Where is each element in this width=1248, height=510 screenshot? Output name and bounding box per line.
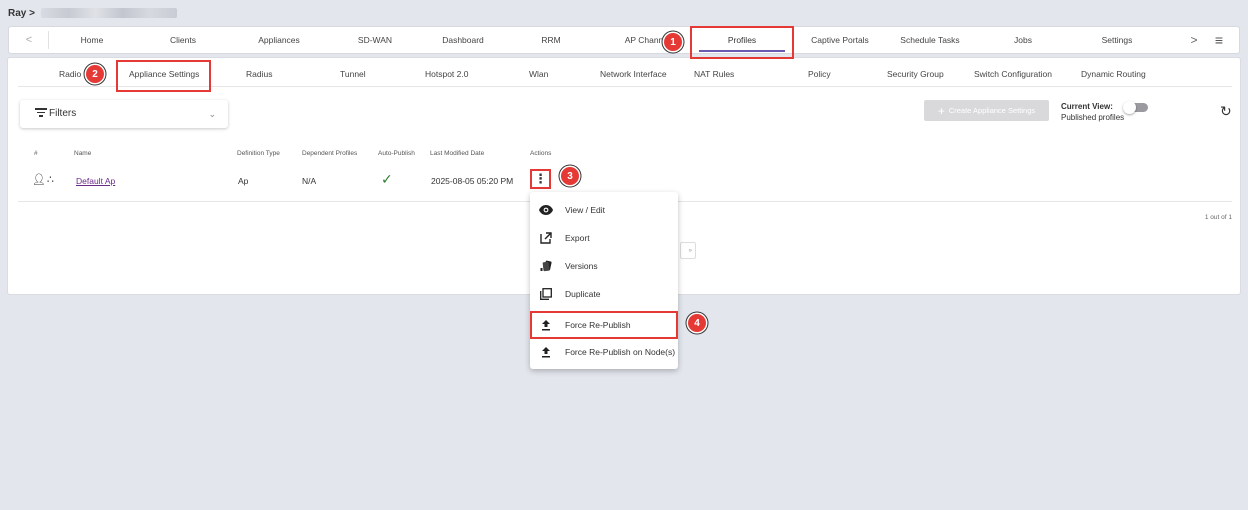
current-view-toggle[interactable] [1123,101,1148,114]
user-icon: 👤︎ [32,174,46,186]
current-view-label: Current View: [1061,102,1113,111]
tab-appliances[interactable]: Appliances [231,27,327,53]
dependent-profiles-cell: N/A [302,176,317,186]
subtab-switch-configuration[interactable]: Switch Configuration [974,68,1052,80]
create-button-label: Create Appliance Settings [948,106,1036,115]
tab-jobs[interactable]: Jobs [975,27,1071,53]
menu-item-label: Force Re-Publish [565,320,631,330]
hamburger-menu-icon[interactable]: ≡ [1207,27,1231,53]
tab-home[interactable]: Home [49,27,135,53]
create-appliance-settings-button[interactable]: + Create Appliance Settings [924,100,1049,121]
menu-item-force-republish-nodes[interactable]: Force Re-Publish on Node(s) [530,338,678,366]
menu-item-force-republish[interactable]: Force Re-Publish [530,311,678,339]
menu-item-label: Export [565,233,590,243]
subtab-security-group[interactable]: Security Group [887,68,944,80]
step-badge-2: 2 [86,65,104,83]
header-auto-publish[interactable]: Auto-Publish [378,150,415,157]
header-name[interactable]: Name [74,150,91,157]
plus-icon: + [937,103,945,118]
eye-icon [539,203,553,217]
actions-kebab-button[interactable]: ⋮ [530,169,551,189]
subtab-nat-rules[interactable]: NAT Rules [694,68,734,80]
subtab-radio[interactable]: Radio [59,68,81,80]
nav-next-arrow[interactable]: > [1181,27,1207,53]
subtab-tunnel[interactable]: Tunnel [340,68,366,80]
breadcrumb-redacted-path [40,8,177,18]
duplicate-icon [539,287,553,301]
header-dependent-profiles[interactable]: Dependent Profiles [302,150,357,157]
upload-icon [539,345,553,359]
menu-item-label: View / Edit [565,205,606,215]
export-icon [539,231,553,245]
subtab-policy[interactable]: Policy [808,68,831,80]
network-nodes-icon: ∴ [47,174,54,186]
pager-next-button[interactable]: » [680,242,696,259]
menu-item-label: Duplicate [565,289,601,299]
header-definition-type[interactable]: Definition Type [237,150,280,157]
profile-name-link[interactable]: Default Ap [76,176,115,186]
highlight-box-appliance-settings [116,60,211,92]
step-badge-1: 1 [664,33,682,51]
tab-settings[interactable]: Settings [1071,27,1163,53]
versions-icon [539,259,553,273]
tab-dashboard[interactable]: Dashboard [415,27,511,53]
current-view-value: Published profiles [1061,113,1125,122]
filters-label: Filters [49,108,77,119]
highlight-box-profiles [690,26,794,59]
upload-icon [539,318,553,332]
chevron-down-icon: ⌄ [208,109,216,119]
subtab-dynamic-routing[interactable]: Dynamic Routing [1081,68,1146,80]
definition-type-cell: Ap [238,176,249,186]
tab-captive-portals[interactable]: Captive Portals [795,27,885,53]
tab-sd-wan[interactable]: SD-WAN [327,27,423,53]
tab-schedule-tasks[interactable]: Schedule Tasks [885,27,975,53]
subtab-wlan[interactable]: Wlan [529,68,548,80]
menu-item-export[interactable]: Export [530,224,678,252]
actions-menu: View / Edit Export Versions Duplicate Fo… [530,192,678,369]
header-actions: Actions [530,150,552,157]
filters-dropdown[interactable]: Filters ⌄ [20,100,228,128]
step-badge-4: 4 [688,314,706,332]
tab-clients[interactable]: Clients [135,27,231,53]
check-icon: ✓ [381,171,393,187]
nav-prev-arrow[interactable]: < [9,27,49,53]
subtab-network-interface[interactable]: Network Interface [600,68,667,80]
refresh-icon[interactable]: ↻ [1220,104,1232,118]
menu-item-duplicate[interactable]: Duplicate [530,280,678,308]
subtab-hotspot[interactable]: Hotspot 2.0 [425,68,468,80]
step-badge-3: 3 [561,167,579,185]
menu-item-label: Force Re-Publish on Node(s) [565,347,676,357]
menu-item-view-edit[interactable]: View / Edit [530,196,678,224]
toggle-knob [1123,101,1136,114]
breadcrumb-root[interactable]: Ray > [8,8,35,19]
header-last-modified[interactable]: Last Modified Date [430,150,484,157]
header-index: # [34,150,38,157]
menu-item-label: Versions [565,261,598,271]
subtab-radius[interactable]: Radius [246,68,272,80]
tab-rrm[interactable]: RRM [505,27,597,53]
last-modified-cell: 2025-08-05 05:20 PM [431,176,514,186]
menu-item-versions[interactable]: Versions [530,252,678,280]
breadcrumb: Ray > [8,5,177,21]
filter-icon [35,107,47,117]
pagination-count: 1 out of 1 [1204,214,1232,221]
top-nav: < Home Clients Appliances SD-WAN Dashboa… [8,26,1240,54]
